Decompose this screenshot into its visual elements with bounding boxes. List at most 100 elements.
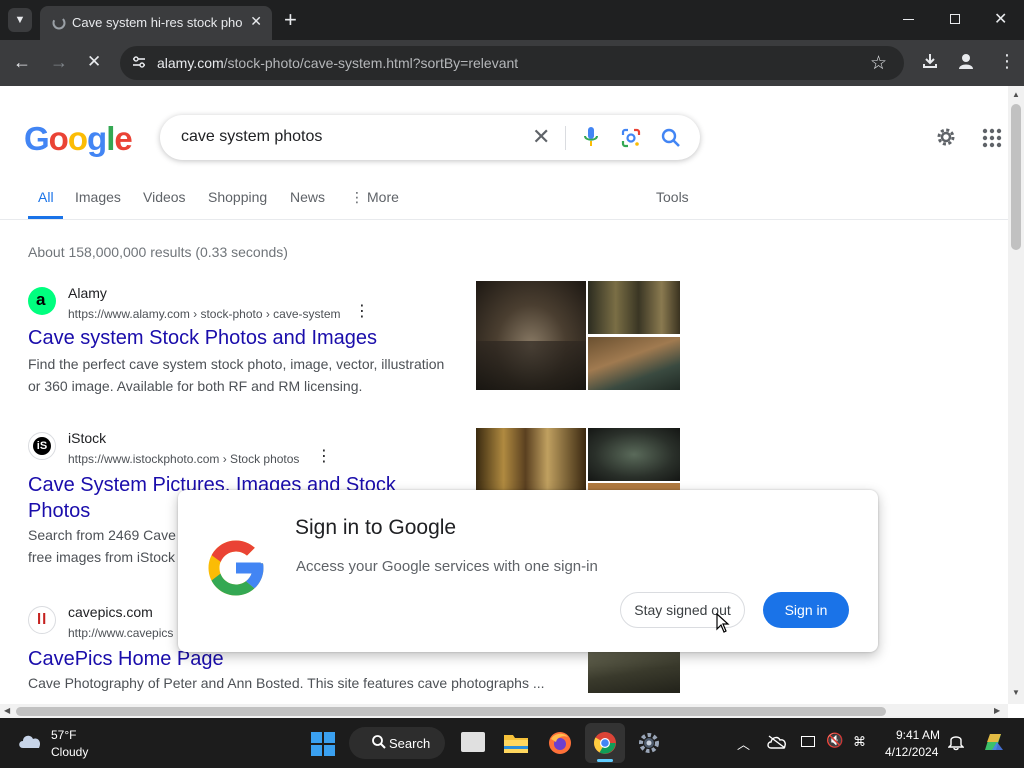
browser-tab-active[interactable]: Cave system hi-res stock photo ✕ <box>40 6 272 40</box>
result-site-name: Alamy <box>68 285 107 301</box>
clear-search-icon[interactable]: ✕ <box>532 124 550 150</box>
search-input[interactable]: cave system photos <box>181 128 322 146</box>
search-result: a Alamy https://www.alamy.com › stock-ph… <box>28 285 458 397</box>
vertical-scrollbar[interactable]: ▲ ▼ <box>1008 86 1024 704</box>
snippet-line: or 360 image. Available for both RF and … <box>28 378 363 394</box>
dialog-description: Access your Google services with one sig… <box>296 558 598 575</box>
result-site-name: cavepics.com <box>68 604 153 620</box>
url-text: alamy.com/stock-photo/cave-system.html?s… <box>157 55 518 71</box>
site-settings-icon[interactable] <box>131 54 147 75</box>
download-icon[interactable] <box>921 52 939 75</box>
result-thumbnail[interactable] <box>588 428 680 481</box>
minimize-icon[interactable] <box>903 19 914 20</box>
result-snippet: Cave Photography of Peter and Ann Bosted… <box>28 672 588 694</box>
weather-cloud-icon[interactable] <box>16 730 44 755</box>
forward-arrow-icon[interactable]: → <box>50 52 68 73</box>
browser-tab-bar: ▼ Cave system hi-res stock photo ✕ + ✕ <box>0 0 1024 40</box>
settings-gear-icon[interactable] <box>934 125 958 154</box>
chrome-taskbar-button[interactable] <box>585 723 625 763</box>
voice-search-icon[interactable] <box>582 126 600 153</box>
address-bar[interactable]: alamy.com/stock-photo/cave-system.html?s… <box>120 46 904 80</box>
result-thumbnail[interactable] <box>588 652 680 693</box>
lens-search-icon[interactable] <box>620 127 642 154</box>
istock-favicon-icon: iS <box>28 432 56 460</box>
menu-kebab-icon[interactable]: ⋮ <box>998 51 1016 72</box>
favicon-letter: a <box>36 290 46 309</box>
result-thumbnail[interactable] <box>588 337 680 390</box>
restore-icon[interactable] <box>950 14 960 24</box>
display-icon[interactable] <box>801 736 815 747</box>
search-box[interactable]: cave system photos ✕ <box>160 115 700 160</box>
url-domain: alamy.com <box>157 55 224 71</box>
tab-images[interactable]: Images <box>75 189 121 205</box>
horizontal-scroll-thumb[interactable] <box>16 707 886 716</box>
tab-news[interactable]: News <box>290 189 325 205</box>
weather-condition: Cloudy <box>51 745 89 759</box>
result-url[interactable]: https://www.alamy.com › stock-photo › ca… <box>68 307 341 321</box>
result-thumbnail[interactable] <box>588 281 680 334</box>
onedrive-icon[interactable] <box>767 735 787 754</box>
tab-search-chevron-icon[interactable]: ▼ <box>8 8 32 32</box>
notification-bell-icon[interactable] <box>947 733 965 756</box>
result-stats: About 158,000,000 results (0.33 seconds) <box>28 244 288 260</box>
result-url[interactable]: http://www.cavepics <box>68 626 173 640</box>
tab-more[interactable]: More <box>367 189 399 205</box>
search-icon[interactable] <box>660 127 682 154</box>
stop-loading-icon[interactable]: ✕ <box>87 52 101 72</box>
result-url[interactable]: https://www.istockphoto.com › Stock phot… <box>68 452 299 466</box>
result-menu-kebab-icon[interactable]: ⋮ <box>316 446 332 466</box>
vertical-scroll-thumb[interactable] <box>1011 104 1021 250</box>
task-view-icon[interactable] <box>461 732 485 752</box>
tab-title: Cave system hi-res stock photo <box>72 15 242 30</box>
logo-letter: e <box>114 120 132 157</box>
profile-icon[interactable] <box>957 52 975 75</box>
scroll-left-arrow-icon[interactable]: ◀ <box>4 706 10 715</box>
copilot-icon[interactable] <box>981 730 1007 759</box>
back-arrow-icon[interactable]: ← <box>13 52 31 73</box>
result-menu-kebab-icon[interactable]: ⋮ <box>354 301 370 321</box>
apps-grid-icon[interactable] <box>982 128 1002 153</box>
sign-in-button[interactable]: Sign in <box>763 592 849 628</box>
snippet-line: Find the perfect cave system stock photo… <box>28 356 445 372</box>
result-site-name: iStock <box>68 430 107 446</box>
divider <box>565 126 566 150</box>
firefox-icon[interactable] <box>548 731 572 760</box>
loading-favicon-icon <box>52 16 66 33</box>
snippet-line: Search from 2469 Cave <box>28 527 176 543</box>
tab-all[interactable]: All <box>38 189 54 205</box>
tray-chevron-up-icon[interactable]: ︿ <box>737 734 750 753</box>
alamy-favicon-icon: a <box>28 287 56 315</box>
scroll-down-arrow-icon[interactable]: ▼ <box>1012 688 1020 697</box>
close-window-icon[interactable]: ✕ <box>994 9 1007 29</box>
file-explorer-icon[interactable] <box>503 732 529 759</box>
taskbar-search-label: Search <box>389 736 431 751</box>
scroll-right-arrow-icon[interactable]: ▶ <box>994 706 1000 715</box>
result-snippet: Search from 2469 Cave free images from i… <box>28 524 176 568</box>
chrome-icon <box>593 731 617 760</box>
volume-muted-icon[interactable]: 🔇 <box>826 732 843 749</box>
clock-time[interactable]: 9:41 AM <box>896 728 940 742</box>
clock-date[interactable]: 4/12/2024 <box>885 745 938 759</box>
settings-app-icon[interactable] <box>637 731 661 760</box>
network-icon[interactable]: ⌘ <box>853 734 866 750</box>
tab-shopping[interactable]: Shopping <box>208 189 267 205</box>
google-logo[interactable]: Google <box>24 120 133 158</box>
logo-letter: G <box>24 120 50 157</box>
favicon-letter: ll <box>37 611 48 628</box>
result-thumbnail[interactable] <box>476 281 586 390</box>
bookmark-star-icon[interactable]: ☆ <box>870 52 887 75</box>
logo-letter: o <box>67 120 88 157</box>
windows-start-icon[interactable] <box>311 732 335 761</box>
tools-button[interactable]: Tools <box>656 189 689 205</box>
tab-videos[interactable]: Videos <box>143 189 186 205</box>
browser-toolbar: ← → ✕ alamy.com/stock-photo/cave-system.… <box>0 40 1024 86</box>
mouse-cursor-icon <box>716 612 730 638</box>
result-thumbnail[interactable] <box>476 428 586 492</box>
dialog-title: Sign in to Google <box>295 516 457 539</box>
taskbar-search-button[interactable]: Search <box>349 727 445 759</box>
new-tab-button[interactable]: + <box>284 7 297 33</box>
horizontal-scrollbar[interactable]: ◀ ▶ <box>0 704 1008 718</box>
scroll-up-arrow-icon[interactable]: ▲ <box>1012 90 1020 99</box>
close-tab-icon[interactable]: ✕ <box>250 13 262 30</box>
result-title-link[interactable]: Cave system Stock Photos and Images <box>28 325 377 351</box>
